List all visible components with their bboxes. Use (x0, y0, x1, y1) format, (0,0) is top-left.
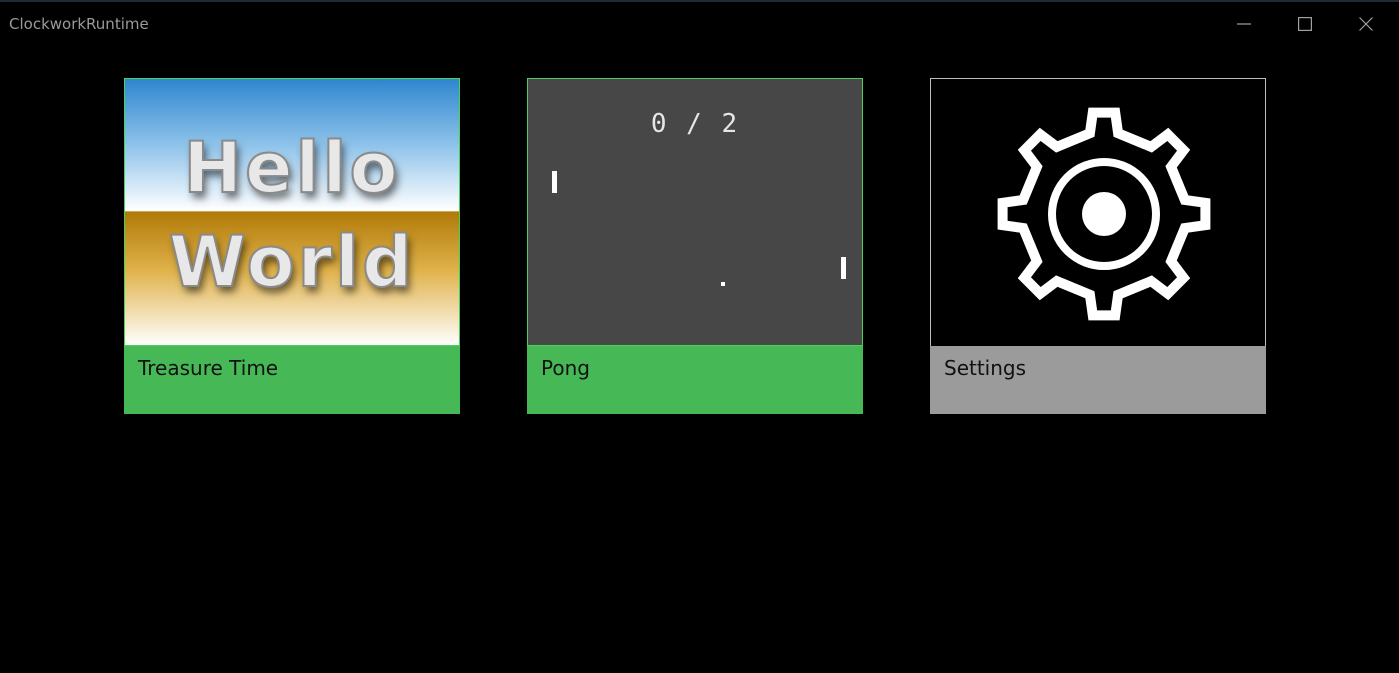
tile-label-bar: Treasure Time (124, 346, 460, 414)
maximize-icon (1298, 17, 1312, 31)
pong-right-paddle (841, 257, 846, 279)
gear-icon (991, 101, 1217, 331)
pong-ball (721, 282, 725, 286)
tile-label-bar: Pong (527, 346, 863, 414)
tile-label: Treasure Time (138, 356, 279, 380)
minimize-button[interactable] (1214, 2, 1274, 46)
tile-label: Settings (944, 356, 1027, 380)
settings-thumbnail (930, 78, 1266, 346)
tile-pong[interactable]: 0 / 2 Pong (527, 78, 863, 414)
tile-label: Pong (541, 356, 590, 380)
title-bar[interactable]: ClockworkRuntime (0, 2, 1399, 46)
tile-treasure-time[interactable]: Hello World Treasure Time (124, 78, 460, 414)
thumbnail-world-text: World (168, 220, 416, 304)
pong-thumbnail: 0 / 2 (527, 78, 863, 346)
tile-settings[interactable]: Settings (930, 78, 1266, 414)
close-button[interactable] (1336, 2, 1396, 46)
app-window: ClockworkRuntime Hello World Treasure Ti… (0, 0, 1399, 673)
treasure-time-thumbnail: Hello World (124, 78, 460, 346)
maximize-button[interactable] (1275, 2, 1335, 46)
pong-score: 0 / 2 (650, 109, 740, 139)
tile-label-bar: Settings (930, 346, 1266, 414)
app-title: ClockworkRuntime (9, 15, 149, 33)
thumbnail-hello-text: Hello (182, 126, 401, 210)
pong-left-paddle (552, 171, 557, 193)
close-icon (1359, 17, 1373, 31)
minimize-icon (1237, 23, 1251, 25)
